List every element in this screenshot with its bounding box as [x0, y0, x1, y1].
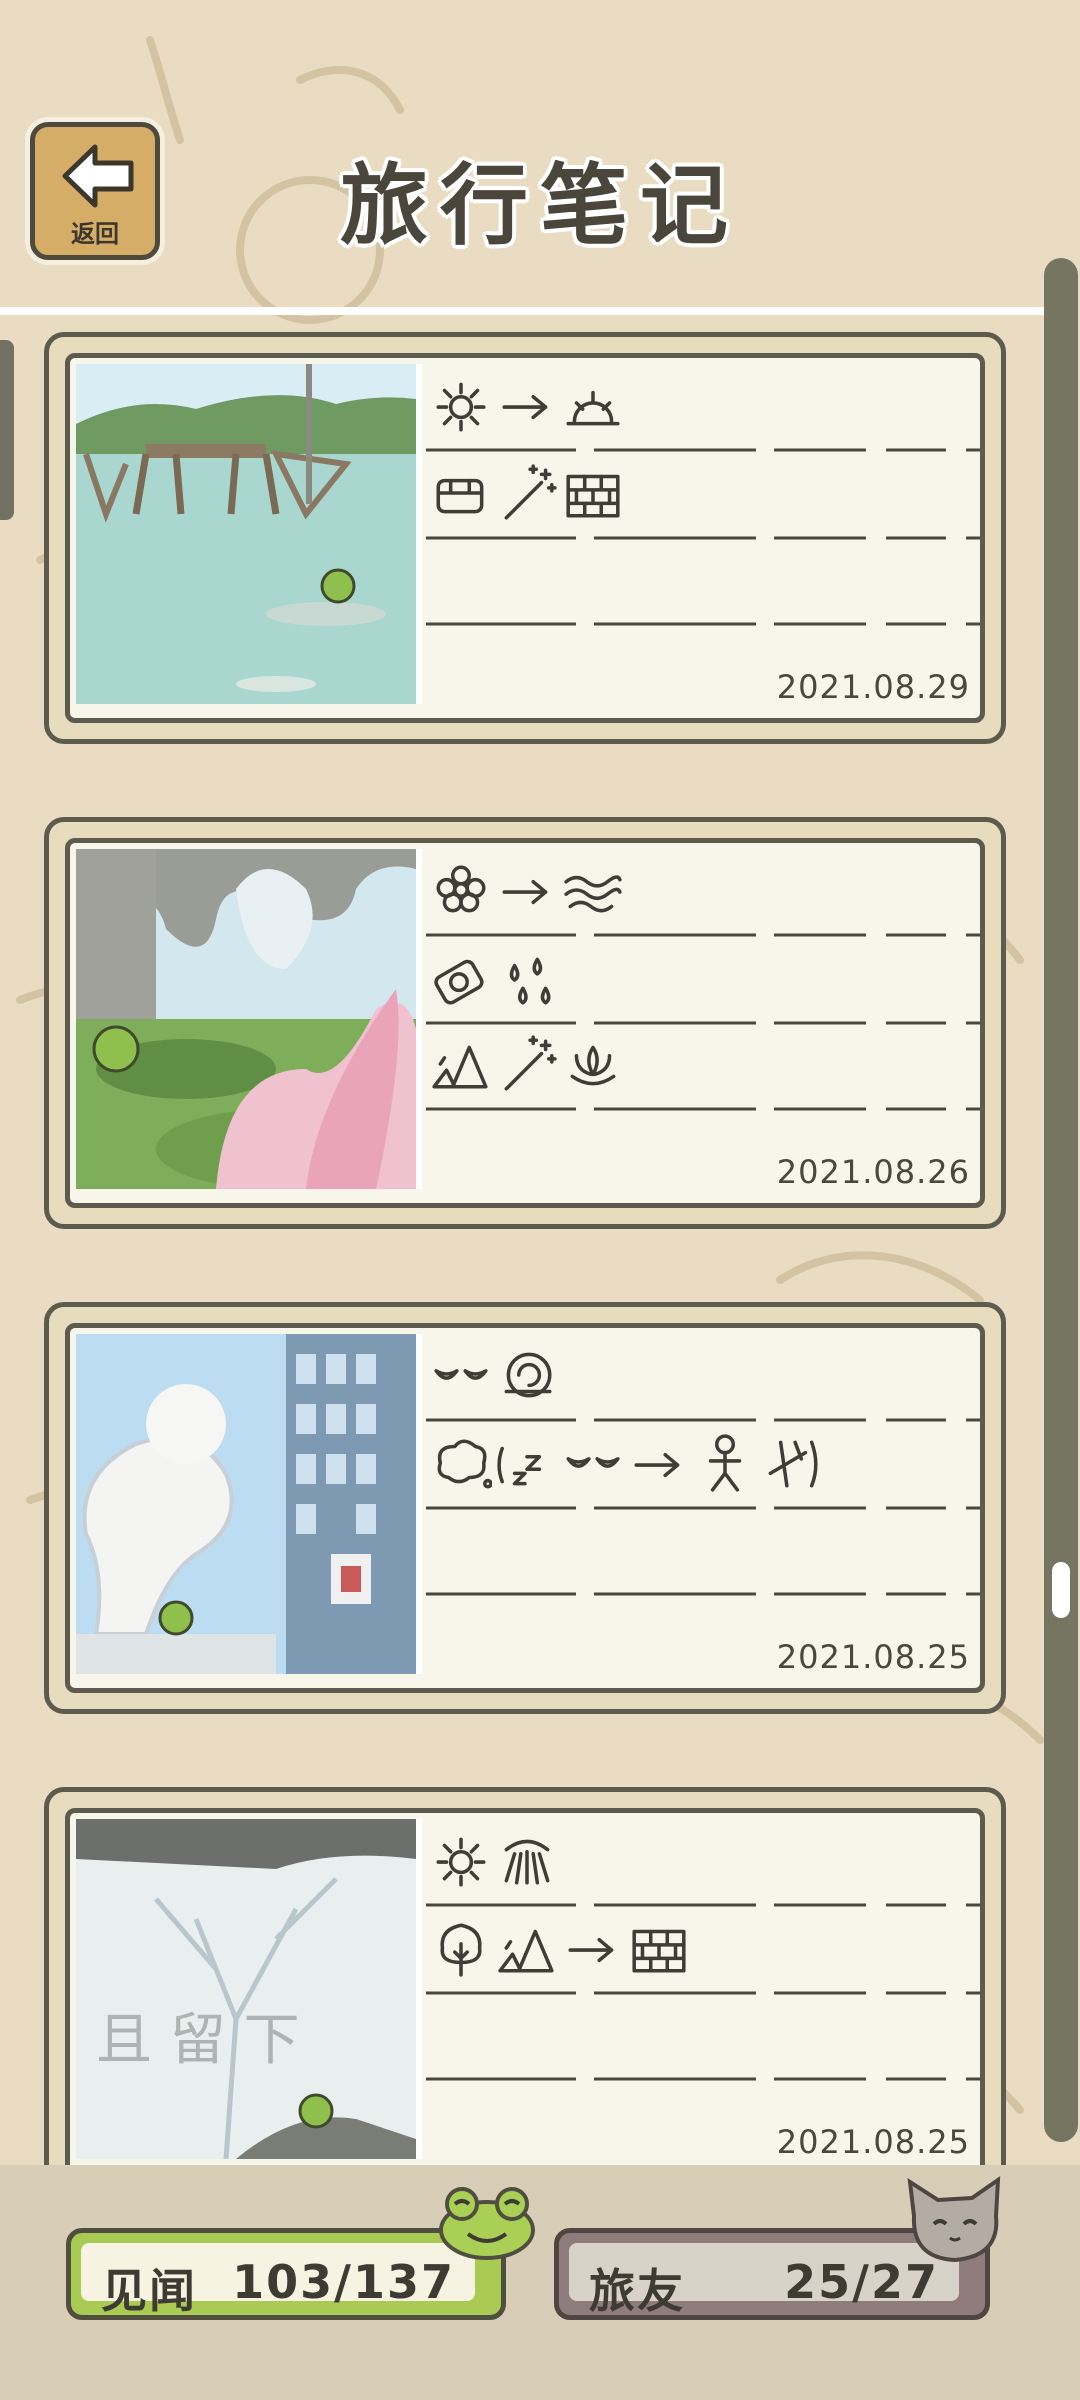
svg-text:且 留 下: 且 留 下 [96, 2008, 300, 2073]
travel-photo[interactable]: 且 留 下 [76, 1819, 422, 2159]
travel-photo[interactable] [76, 1334, 422, 1674]
side-tab[interactable] [0, 340, 14, 520]
note-rule [426, 536, 980, 540]
closed-eyes-icon [566, 1457, 620, 1468]
magic-wand-icon [504, 464, 557, 520]
note-area: 2021.08.29 [426, 358, 980, 718]
note-rule [426, 1592, 980, 1596]
page-title: 旅行笔记 [339, 154, 740, 257]
note-icon-line [430, 462, 628, 532]
note-rule [426, 1021, 980, 1025]
flower-icon [436, 865, 486, 913]
note-rule [426, 1506, 980, 1510]
sleep-icon [497, 1446, 542, 1486]
note-icon-line [430, 859, 628, 929]
person-icon [708, 1434, 742, 1492]
note-area: 2021.08.26 [426, 843, 980, 1203]
brick-wall-icon [632, 1929, 686, 1973]
note-rule [426, 448, 980, 452]
tree-icon [440, 1923, 482, 1977]
seen-count: 103/137 [232, 2255, 455, 2309]
mountains-icon [498, 1929, 554, 1973]
travel-note-card[interactable]: 且 留 下 2021.08.25 [44, 1787, 1006, 2199]
scrollbar-thumb[interactable] [1052, 1562, 1070, 1618]
note-icon-line [430, 1432, 826, 1502]
travel-note-card[interactable]: 2021.08.26 [44, 817, 1006, 1229]
mountains-icon [432, 1045, 488, 1089]
arrow-icon [502, 879, 548, 905]
thought-bubble-icon [437, 1439, 492, 1489]
note-rule [426, 2077, 980, 2081]
note-area: 2021.08.25 [426, 1813, 980, 2173]
note-date: 2021.08.29 [776, 668, 970, 706]
note-icon-line [430, 1829, 562, 1899]
seen-label: 见闻 [101, 2264, 197, 2318]
sun-rays-icon [504, 1839, 550, 1885]
note-area: 2021.08.25 [426, 1328, 980, 1688]
travel-photo[interactable] [76, 364, 422, 704]
sun-icon [436, 382, 486, 432]
camera-icon [434, 959, 484, 1005]
note-rule [426, 1903, 980, 1907]
wind-icon [564, 875, 622, 913]
person-jump-icon [768, 1440, 818, 1488]
friends-label: 旅友 [589, 2264, 685, 2318]
note-icon-line [430, 1917, 694, 1987]
note-rule [426, 1991, 980, 1995]
header-divider [0, 307, 1060, 315]
lunchbox-icon [436, 478, 484, 514]
lotus-icon [570, 1045, 616, 1086]
note-date: 2021.08.25 [776, 1638, 970, 1676]
note-date: 2021.08.25 [776, 2123, 970, 2161]
travel-photo[interactable] [76, 849, 422, 1189]
cat-icon [907, 2176, 1001, 2263]
note-icon-line [430, 1033, 628, 1103]
note-icon-line [430, 1344, 562, 1414]
note-rule [426, 1107, 980, 1111]
travel-note-card[interactable]: 2021.08.25 [44, 1302, 1006, 1714]
note-icon-line [430, 374, 628, 444]
snail-icon [504, 1352, 552, 1398]
travel-note-card[interactable]: 2021.08.29 [44, 332, 1006, 744]
note-icon-line [430, 947, 562, 1017]
note-date: 2021.08.26 [776, 1153, 970, 1191]
magic-wand-icon [504, 1035, 557, 1091]
note-rule [426, 622, 980, 626]
scrollbar-track[interactable] [1044, 258, 1078, 2142]
sunset-icon [566, 390, 620, 426]
sun-icon [436, 1837, 486, 1887]
closed-eyes-icon [434, 1369, 488, 1380]
note-rule [426, 933, 980, 937]
arrow-icon [634, 1452, 680, 1478]
arrow-icon [568, 1937, 614, 1963]
brick-wall-icon [566, 474, 620, 518]
water-drops-icon [509, 957, 551, 1005]
note-rule [426, 1418, 980, 1422]
frog-icon [439, 2187, 535, 2260]
arrow-icon [502, 394, 548, 420]
